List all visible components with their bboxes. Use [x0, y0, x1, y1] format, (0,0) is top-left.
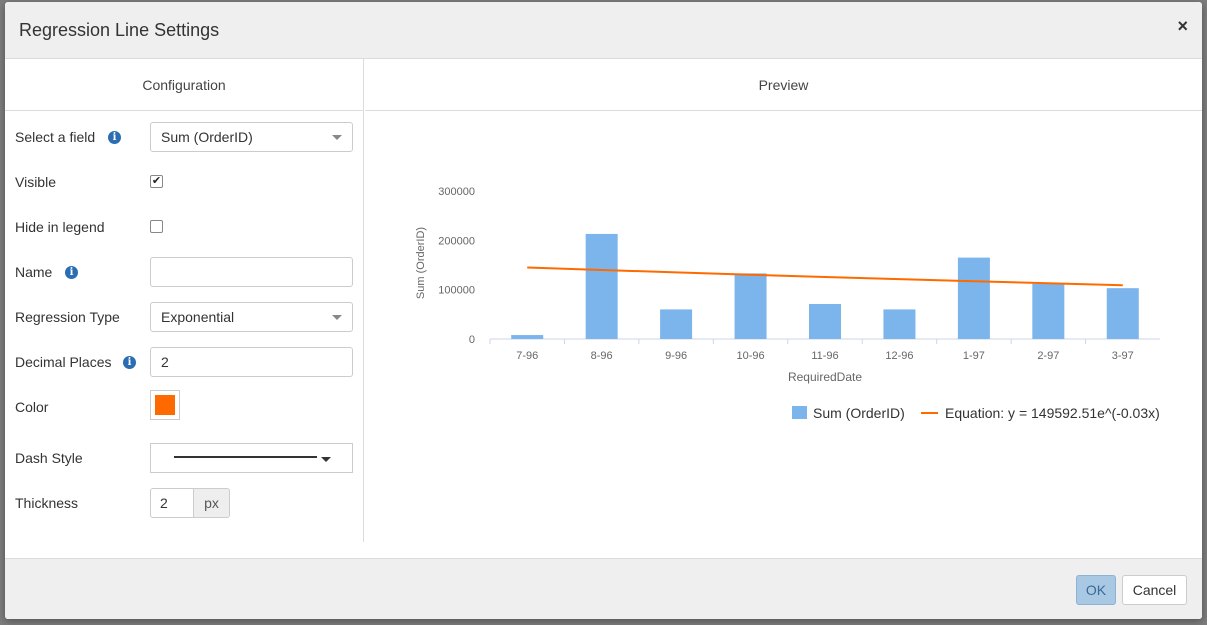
color-swatch-fill [155, 395, 175, 415]
dialog-header: Regression Line Settings × [5, 2, 1202, 59]
bar[interactable] [883, 309, 916, 339]
legend-trend-label[interactable]: Equation: y = 149592.51e^(-0.03x) [945, 405, 1160, 421]
configuration-header: Configuration [5, 59, 363, 111]
x-tick-label: 12-96 [885, 350, 913, 362]
regression-type-value: Exponential [161, 309, 235, 325]
chart-legend: Sum (OrderID) Equation: y = 149592.51e^(… [792, 405, 1160, 421]
visible-row: Visible ✔ [5, 165, 364, 201]
bar[interactable] [1106, 288, 1139, 339]
x-tick-label: 11-96 [811, 350, 838, 362]
y-tick-label: 200000 [438, 235, 475, 247]
decimal-places-input[interactable] [150, 347, 353, 377]
bar[interactable] [808, 303, 842, 339]
info-icon[interactable]: i [123, 356, 136, 369]
chevron-down-icon [332, 315, 342, 320]
preview-header: Preview [365, 59, 1202, 111]
ok-button[interactable]: OK [1076, 575, 1116, 605]
name-input[interactable] [150, 257, 353, 287]
thickness-unit: px [193, 488, 230, 518]
y-tick-label: 300000 [438, 186, 475, 198]
name-row: Name i [5, 255, 364, 291]
y-tick-label: 100000 [438, 285, 475, 297]
configuration-panel: Configuration Select a field i Sum (Orde… [5, 59, 364, 542]
decimal-places-row: Decimal Places i [5, 345, 364, 381]
regression-type-row: Regression Type Exponential [5, 300, 364, 336]
field-row: Select a field i Sum (OrderID) [5, 120, 364, 156]
hide-legend-row: Hide in legend [5, 210, 364, 246]
info-icon[interactable]: i [65, 266, 78, 279]
chevron-down-icon [332, 135, 342, 140]
dash-style-row: Dash Style [5, 441, 364, 477]
color-picker[interactable] [150, 390, 180, 420]
regression-type-select[interactable]: Exponential [150, 302, 353, 332]
hide-legend-checkbox[interactable] [150, 220, 163, 233]
bar[interactable] [585, 233, 618, 339]
x-tick-label: 3-97 [1112, 350, 1134, 362]
preview-panel: Preview 0 100000 200000 300000 Sum (OrderID… [365, 59, 1202, 542]
field-label: Select a field [15, 129, 96, 145]
chevron-down-icon [321, 457, 331, 462]
bar[interactable] [511, 335, 544, 339]
field-select-value: Sum (OrderID) [161, 129, 253, 145]
close-icon[interactable]: × [1177, 16, 1188, 37]
thickness-row: Thickness 2 px [5, 486, 364, 522]
hide-legend-label: Hide in legend [15, 219, 105, 235]
preview-chart: 0 100000 200000 300000 Sum (OrderID) 7-96 8-… [415, 186, 1160, 421]
x-tick-label: 7-96 [516, 350, 538, 362]
info-icon[interactable]: i [108, 131, 121, 144]
cancel-button[interactable]: Cancel [1122, 575, 1187, 605]
solid-line-icon [174, 456, 317, 458]
bar[interactable] [957, 257, 990, 339]
bar[interactable] [660, 309, 693, 339]
decimal-places-label: Decimal Places [15, 354, 112, 370]
x-tick-label: 1-97 [963, 350, 985, 362]
legend-bar-swatch[interactable] [792, 406, 807, 419]
x-axis-label: RequiredDate [788, 370, 862, 384]
name-label: Name [15, 264, 53, 280]
dialog-title: Regression Line Settings [19, 20, 220, 40]
dash-style-label: Dash Style [15, 450, 83, 466]
x-tick-label: 2-97 [1037, 350, 1059, 362]
color-row: Color [5, 390, 364, 426]
dialog-footer: OK Cancel [5, 558, 1202, 619]
thickness-label: Thickness [15, 495, 79, 511]
visible-label: Visible [15, 174, 56, 190]
regression-type-label: Regression Type [15, 309, 120, 325]
y-axis-label: Sum (OrderID) [415, 227, 427, 299]
x-tick-label: 8-96 [591, 350, 613, 362]
thickness-input[interactable]: 2 [150, 488, 194, 518]
y-tick-label: 0 [469, 334, 475, 346]
field-select[interactable]: Sum (OrderID) [150, 122, 353, 152]
visible-checkbox[interactable]: ✔ [150, 175, 163, 188]
bar[interactable] [1032, 283, 1065, 339]
legend-bar-label[interactable]: Sum (OrderID) [813, 405, 905, 421]
regression-settings-dialog: Regression Line Settings × Configuration… [5, 2, 1202, 619]
x-tick-label: 10-96 [736, 350, 764, 362]
dash-style-select[interactable] [150, 443, 353, 473]
color-label: Color [15, 399, 49, 415]
bar[interactable] [734, 273, 767, 339]
x-tick-label: 9-96 [665, 350, 687, 362]
